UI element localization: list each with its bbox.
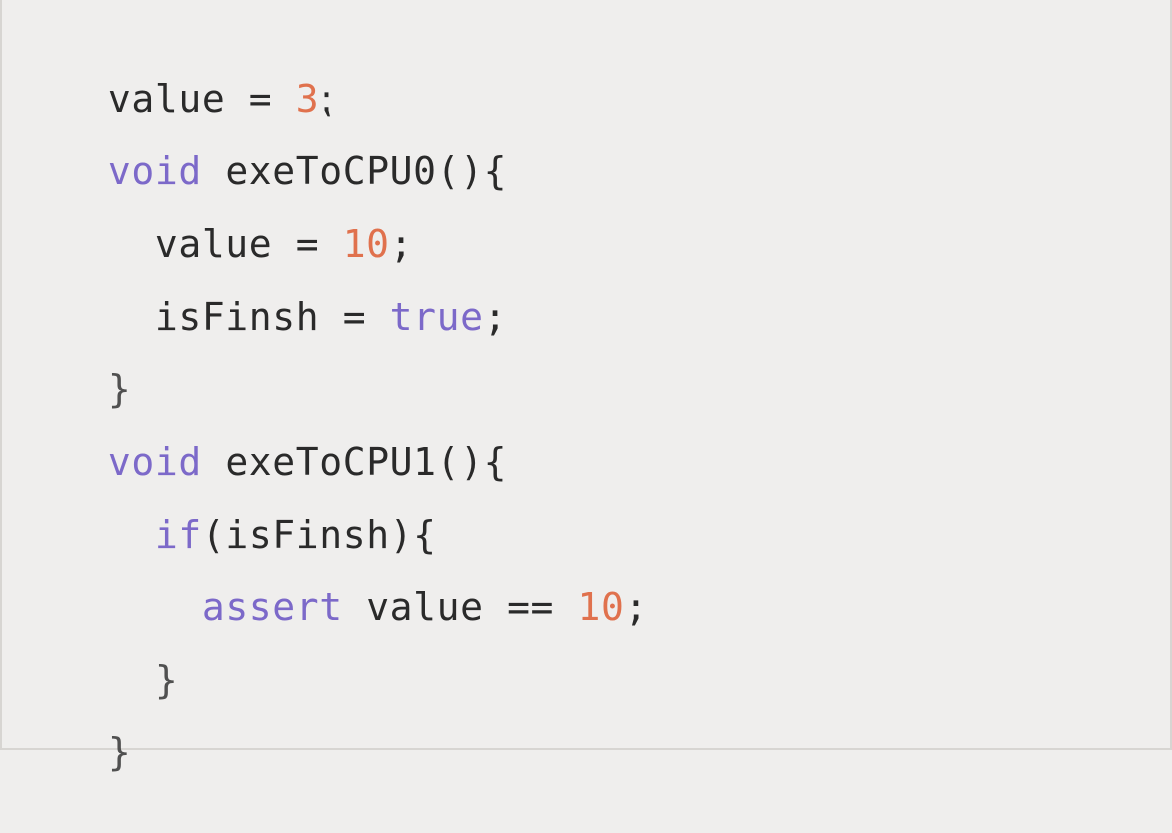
code-line-6: void exeToCPU1(){: [14, 381, 507, 484]
code-text: value ==: [342, 585, 578, 629]
code-line-8: assert value == 10;: [14, 526, 648, 629]
semicolon: ;: [624, 585, 648, 629]
boolean-literal: true: [389, 295, 484, 339]
code-line-1: value = 3⁏: [14, 18, 333, 121]
code-line-2: void exeToCPU0(){: [14, 90, 507, 193]
code-line-5: }: [14, 308, 131, 411]
number-literal: 10: [577, 585, 625, 629]
semicolon: ;: [483, 295, 508, 339]
code-text: isFinsh =: [107, 295, 390, 339]
keyword: assert: [201, 585, 343, 629]
code-line-4: isFinsh = true;: [14, 236, 507, 339]
code-line-3: value = 10;: [14, 163, 413, 266]
closing-brace: }: [107, 730, 132, 774]
code-block: value = 3⁏ void exeToCPU0(){ value = 10;…: [0, 0, 1172, 774]
code-line-9: }: [14, 599, 178, 702]
code-line-10: }: [14, 671, 131, 774]
code-line-7: if(isFinsh){: [14, 454, 437, 557]
